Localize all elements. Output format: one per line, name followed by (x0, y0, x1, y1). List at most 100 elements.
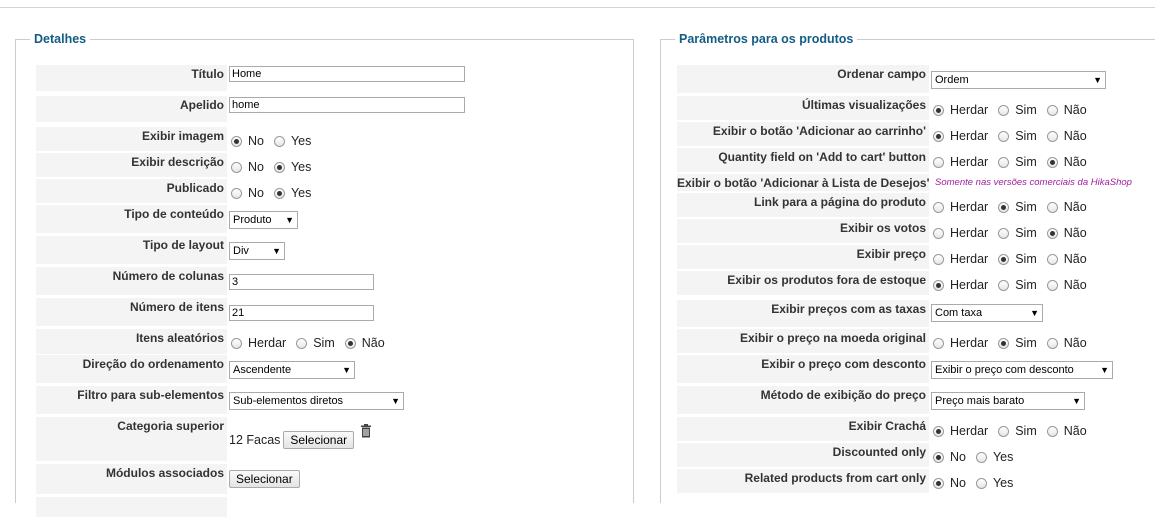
order-field-select[interactable]: Ordem ▼ (931, 71, 1106, 89)
items-input[interactable]: 21 (229, 305, 374, 321)
price-inherit-radio[interactable] (933, 253, 944, 265)
add-cart-no-radio[interactable] (1046, 130, 1058, 142)
discounted-no-radio[interactable] (933, 451, 944, 463)
related-yes-radio[interactable] (975, 477, 987, 489)
opt-label: Sim (1015, 155, 1037, 169)
row-show-image: Exibir imagem No Yes (36, 127, 319, 151)
row-discount: Exibir o preço com desconto Exibir o pre… (677, 355, 1113, 383)
filter-value: Sub-elementos diretos (233, 395, 344, 407)
votes-inherit-radio[interactable] (933, 227, 944, 239)
last-views-yes-radio[interactable] (998, 104, 1010, 116)
last-views-label: Últimas visualizações (677, 96, 929, 120)
row-parent-category: Categoria superior 12 Facas Selecionar (36, 417, 372, 461)
add-cart-yes-radio[interactable] (998, 130, 1010, 142)
badge-no-radio[interactable] (1046, 425, 1058, 437)
votes-yes-radio[interactable] (998, 227, 1010, 239)
opt-label: Sim (1015, 424, 1037, 438)
currency-inherit-radio[interactable] (933, 337, 944, 349)
discounted-yes-radio[interactable] (975, 451, 987, 463)
layout-type-label: Tipo de layout (36, 236, 227, 264)
layout-type-value: Div (233, 245, 249, 257)
discount-select[interactable]: Exibir o preço com desconto ▼ (931, 361, 1113, 379)
out-stock-inherit-radio[interactable] (933, 279, 944, 291)
opt-label: Não (1063, 129, 1087, 143)
title-input[interactable]: Home (229, 66, 465, 82)
votes-label: Exibir os votos (677, 219, 929, 243)
qty-yes-radio[interactable] (998, 156, 1010, 168)
columns-input[interactable]: 3 (229, 274, 374, 290)
row-price: Exibir preço Herdar Sim Não (677, 245, 1095, 269)
opt-label: Sim (1015, 252, 1037, 266)
published-yes-radio[interactable] (273, 187, 285, 199)
opt-label: Herdar (950, 155, 989, 169)
row-order-dir: Direção do ordenamento Ascendente ▼ (36, 355, 355, 383)
out-stock-no-radio[interactable] (1046, 279, 1058, 291)
order-field-label: Ordenar campo (677, 65, 929, 93)
show-image-no-radio[interactable] (231, 135, 242, 147)
row-qty-field: Quantity field on 'Add to cart' button H… (677, 148, 1095, 172)
chevron-down-icon: ▼ (285, 215, 294, 225)
row-add-cart: Exibir o botão 'Adicionar ao carrinho' H… (677, 122, 1095, 146)
add-cart-inherit-radio[interactable] (933, 130, 944, 142)
last-views-inherit-radio[interactable] (933, 104, 944, 116)
row-published: Publicado No Yes (36, 179, 319, 203)
opt-label: Yes (290, 160, 312, 174)
show-desc-label: Exibir descrição (36, 153, 227, 177)
random-inherit-radio[interactable] (231, 337, 242, 349)
product-params-legend: Parâmetros para os produtos (679, 32, 854, 46)
published-no-radio[interactable] (231, 187, 242, 199)
opt-label: No (950, 450, 966, 464)
opt-label: Sim (1015, 226, 1037, 240)
row-discounted-only: Discounted only No Yes (677, 443, 1021, 467)
link-inherit-radio[interactable] (933, 201, 944, 213)
votes-no-radio[interactable] (1046, 227, 1058, 239)
select-modules-button[interactable]: Selecionar (229, 470, 300, 488)
trash-icon[interactable] (360, 424, 372, 438)
price-yes-radio[interactable] (998, 253, 1010, 265)
random-no-radio[interactable] (344, 337, 356, 349)
opt-label: Não (1063, 200, 1087, 214)
link-yes-radio[interactable] (998, 201, 1010, 213)
badge-inherit-radio[interactable] (933, 425, 944, 437)
opt-label: Yes (992, 450, 1014, 464)
opt-label: Não (1063, 278, 1087, 292)
show-image-yes-radio[interactable] (273, 135, 285, 147)
qty-no-radio[interactable] (1046, 156, 1058, 168)
show-desc-no-radio[interactable] (231, 161, 242, 173)
alias-input[interactable]: home (229, 97, 465, 113)
row-price-method: Método de exibição do preço Preço mais b… (677, 386, 1085, 414)
chevron-down-icon: ▼ (1072, 396, 1081, 406)
link-no-radio[interactable] (1046, 201, 1058, 213)
badge-yes-radio[interactable] (998, 425, 1010, 437)
row-show-desc: Exibir descrição No Yes (36, 153, 319, 177)
opt-label: No (950, 476, 966, 490)
opt-label: Não (1063, 155, 1087, 169)
order-dir-select[interactable]: Ascendente ▼ (229, 361, 355, 379)
items-label: Número de itens (36, 298, 227, 326)
published-label: Publicado (36, 179, 227, 203)
opt-label: Yes (290, 134, 312, 148)
layout-type-select[interactable]: Div ▼ (229, 242, 285, 260)
out-stock-label: Exibir os produtos fora de estoque (677, 271, 929, 295)
price-method-select[interactable]: Preço mais barato ▼ (931, 392, 1085, 410)
last-views-no-radio[interactable] (1046, 104, 1058, 116)
row-alias: Apelido home (36, 96, 465, 122)
out-stock-yes-radio[interactable] (998, 279, 1010, 291)
currency-yes-radio[interactable] (998, 337, 1010, 349)
opt-label: Sim (313, 336, 335, 350)
select-category-button[interactable]: Selecionar (283, 431, 355, 449)
taxes-select[interactable]: Com taxa ▼ (931, 304, 1043, 322)
row-taxes: Exibir preços com as taxas Com taxa ▼ (677, 300, 1043, 327)
qty-inherit-radio[interactable] (933, 156, 944, 168)
product-params-panel: Parâmetros para os produtos Ordenar camp… (660, 32, 1155, 503)
currency-no-radio[interactable] (1046, 337, 1058, 349)
opt-label: Não (1063, 336, 1087, 350)
content-type-select[interactable]: Produto ▼ (229, 211, 298, 229)
show-desc-yes-radio[interactable] (273, 161, 285, 173)
random-yes-radio[interactable] (296, 337, 308, 349)
filter-select[interactable]: Sub-elementos diretos ▼ (229, 392, 404, 410)
price-no-radio[interactable] (1046, 253, 1058, 265)
related-label: Related products from cart only (677, 469, 929, 493)
opt-label: Herdar (950, 424, 989, 438)
related-no-radio[interactable] (933, 477, 944, 489)
